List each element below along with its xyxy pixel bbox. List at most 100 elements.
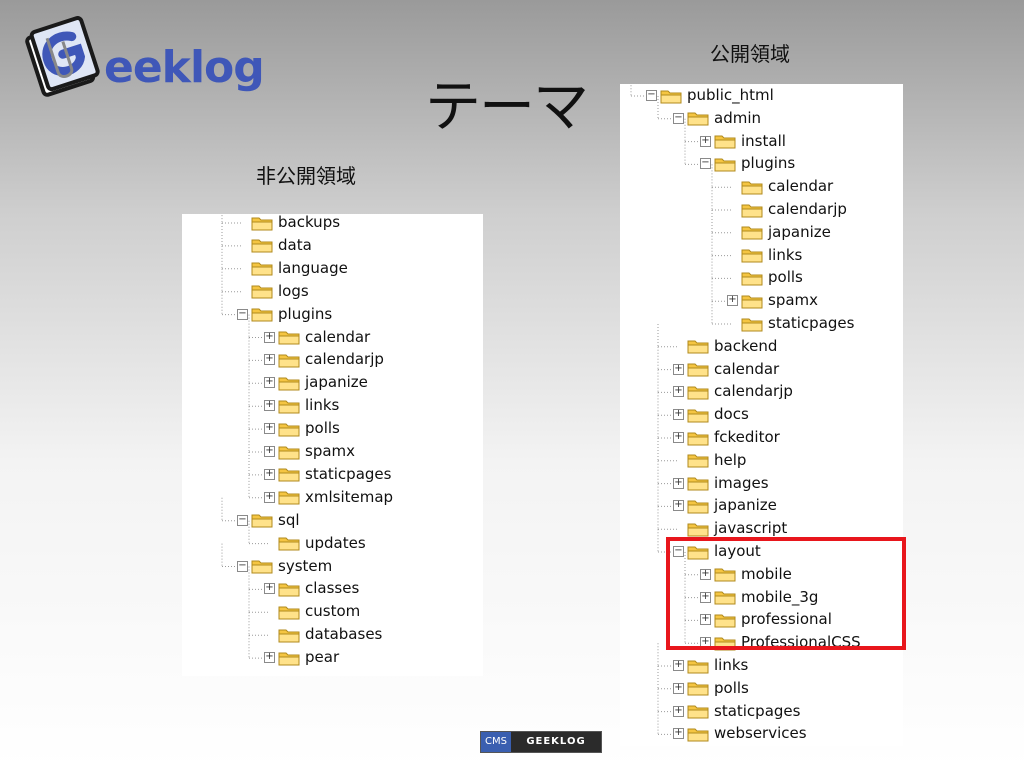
expand-plus-icon[interactable]: + <box>673 432 684 443</box>
tree-item-label: logs <box>278 281 309 300</box>
expand-plus-icon[interactable]: + <box>264 331 275 343</box>
expand-plus-icon[interactable]: + <box>264 583 275 595</box>
tree-item[interactable]: + polls <box>673 677 749 700</box>
collapse-minus-icon[interactable]: − <box>646 90 657 101</box>
folder-icon <box>687 523 709 537</box>
folder-icon <box>278 652 300 666</box>
collapse-minus-icon[interactable]: − <box>237 560 248 572</box>
tree-item[interactable]: + calendarjp <box>673 380 793 403</box>
collapse-minus-icon[interactable]: − <box>673 112 684 124</box>
tree-item-label: public_html <box>687 86 774 104</box>
tree-item[interactable]: − public_html <box>646 84 774 107</box>
folder-icon <box>741 272 763 286</box>
folder-icon <box>741 226 763 240</box>
tree-item[interactable]: + calendar <box>264 326 370 349</box>
folder-icon <box>251 285 273 299</box>
tree-item[interactable]: + fckeditor <box>673 426 780 449</box>
expand-plus-icon[interactable]: + <box>673 409 684 421</box>
tree-item-label: fckeditor <box>714 428 780 446</box>
folder-icon <box>278 629 300 643</box>
collapse-minus-icon[interactable]: − <box>700 158 711 170</box>
expand-plus-icon[interactable]: + <box>264 423 275 435</box>
collapse-minus-icon[interactable]: − <box>237 308 248 320</box>
expand-plus-icon[interactable]: + <box>264 354 275 366</box>
tree-item-label: staticpages <box>305 464 392 483</box>
folder-icon <box>687 386 709 400</box>
expand-plus-icon[interactable]: + <box>727 295 738 307</box>
expand-plus-icon[interactable]: + <box>673 477 684 489</box>
tree-item[interactable]: calendarjp <box>727 198 847 221</box>
folder-icon <box>687 477 709 491</box>
tree-item[interactable]: logs <box>237 280 309 303</box>
tree-item-label: language <box>278 258 348 277</box>
tree-item-label: calendarjp <box>305 350 384 369</box>
tree-item[interactable]: + japanize <box>264 371 368 394</box>
tree-item[interactable]: backend <box>673 335 777 358</box>
tree-item[interactable]: help <box>673 449 746 472</box>
expand-plus-icon[interactable]: + <box>700 135 711 147</box>
tree-item[interactable]: + webservices <box>673 722 807 745</box>
tree-item-label: spamx <box>768 291 819 310</box>
tree-item[interactable]: + japanize <box>673 494 777 517</box>
tree-item[interactable]: links <box>727 244 802 267</box>
tree-item-label: calendar <box>305 327 371 346</box>
tree-item-label: polls <box>714 678 749 697</box>
tree-item-label: calendarjp <box>768 200 847 218</box>
logo-wordmark: eeklog <box>104 42 265 93</box>
tree-item[interactable]: polls <box>727 266 803 289</box>
tree-item[interactable]: custom <box>264 600 360 623</box>
folder-icon <box>687 112 709 126</box>
expand-plus-icon[interactable]: + <box>264 400 275 412</box>
expand-plus-icon[interactable]: + <box>264 446 275 457</box>
expand-plus-icon[interactable]: + <box>264 377 275 389</box>
tree-item[interactable]: − plugins <box>237 303 332 326</box>
tree-item-label: plugins <box>278 304 333 323</box>
tree-item[interactable]: + staticpages <box>673 700 800 723</box>
tree-item[interactable]: + links <box>264 394 339 417</box>
folder-icon <box>278 446 300 459</box>
tree-item-label: calendar <box>714 359 780 378</box>
tree-item[interactable]: data <box>237 234 312 257</box>
expand-plus-icon[interactable]: + <box>673 500 684 512</box>
tree-item[interactable]: − sql <box>237 509 300 532</box>
tree-item[interactable]: + images <box>673 472 769 495</box>
tree-item[interactable]: + spamx <box>727 289 818 312</box>
layout-highlight-box <box>666 537 906 650</box>
expand-plus-icon[interactable]: + <box>673 363 684 375</box>
tree-item-label: docs <box>714 405 749 424</box>
tree-item-label: pear <box>305 648 340 667</box>
tree-item[interactable]: + docs <box>673 403 749 426</box>
tree-item[interactable]: − plugins <box>700 152 795 175</box>
tree-item[interactable]: + links <box>673 654 748 677</box>
tree-item[interactable]: language <box>237 257 348 280</box>
expand-plus-icon[interactable]: + <box>673 660 684 671</box>
expand-plus-icon[interactable]: + <box>673 705 684 717</box>
tree-item[interactable]: + classes <box>264 577 359 600</box>
expand-plus-icon[interactable]: + <box>264 468 275 480</box>
tree-item[interactable]: + xmlsitemap <box>264 486 393 509</box>
folder-icon <box>687 432 709 445</box>
expand-plus-icon[interactable]: + <box>264 491 275 503</box>
tree-item[interactable]: + calendar <box>673 358 779 381</box>
tree-item[interactable]: + polls <box>264 417 340 440</box>
tree-item[interactable]: − system <box>237 555 332 578</box>
tree-item[interactable]: updates <box>264 532 366 555</box>
caption-private-area: 非公開領域 <box>256 164 356 188</box>
tree-item[interactable]: + pear <box>264 646 339 669</box>
tree-item[interactable]: japanize <box>727 221 831 244</box>
tree-item[interactable]: staticpages <box>727 312 854 335</box>
tree-item[interactable]: + calendarjp <box>264 348 384 371</box>
expand-plus-icon[interactable]: + <box>673 386 684 398</box>
tree-item[interactable]: + install <box>700 130 786 153</box>
tree-item[interactable]: − admin <box>673 107 761 130</box>
tree-item[interactable]: calendar <box>727 175 833 198</box>
expand-plus-icon[interactable]: + <box>673 682 684 694</box>
expand-plus-icon[interactable]: + <box>264 652 275 664</box>
tree-item-label: links <box>305 396 340 415</box>
tree-item[interactable]: databases <box>264 623 382 646</box>
tree-item[interactable]: + staticpages <box>264 463 391 486</box>
tree-item[interactable]: backups <box>237 214 340 234</box>
expand-plus-icon[interactable]: + <box>673 728 684 740</box>
collapse-minus-icon[interactable]: − <box>237 514 248 526</box>
tree-item[interactable]: + spamx <box>264 440 355 463</box>
